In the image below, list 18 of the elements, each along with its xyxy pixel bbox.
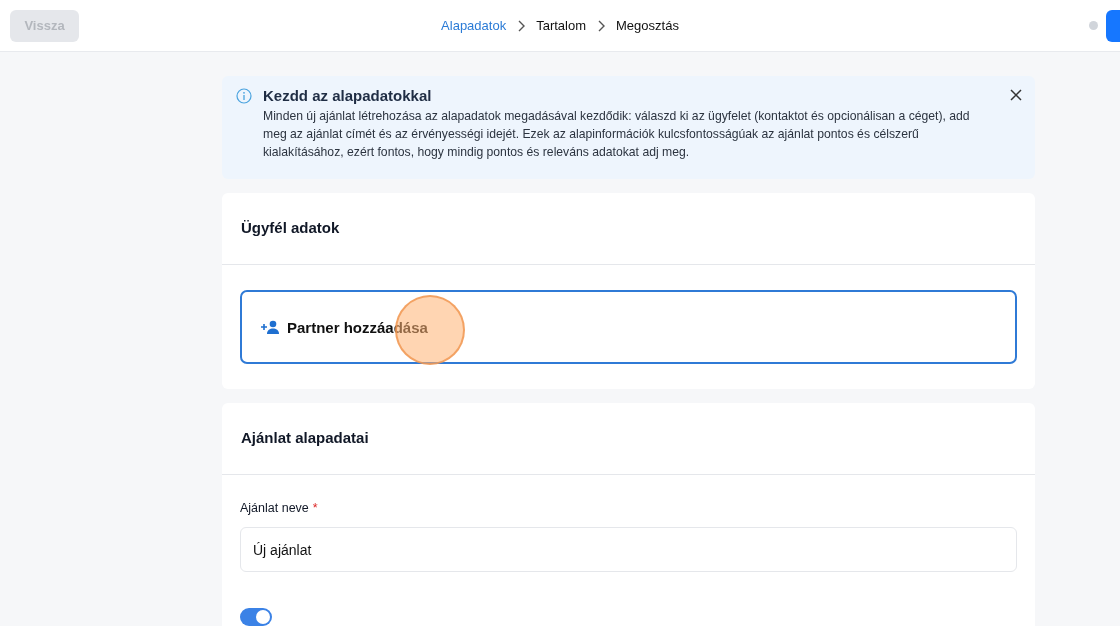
chevron-icon <box>596 19 606 32</box>
offer-name-field[interactable]: Új ajánlat <box>240 527 1017 572</box>
alert-text: Minden új ajánlat létrehozása az alapadatok megadásával kezdődik: válaszd ki az ügyfelet (kontaktot és opcionálisan a céget), add meg az ajánlat címét és az érvényességi idejét. Ezek az alapinformációk kulcsfontosságúak az ajánlat pontos és célszerű kialakításához, ezért fontos, hogy mindig pontos és releváns adatokat adj meg. <box>263 108 971 161</box>
chevron-icon <box>516 19 527 32</box>
status-dot <box>1089 21 1098 30</box>
primary-button[interactable] <box>1106 10 1120 42</box>
card-title: Ügyfél adatok <box>241 219 341 236</box>
add-person-icon <box>261 320 280 334</box>
alert-title: Kezdd az alapadatokkal <box>263 87 432 104</box>
field-label: Ajánlat neve <box>240 501 309 515</box>
info-icon <box>236 88 252 104</box>
required-mark: * <box>312 501 318 515</box>
breadcrumb-link[interactable]: Megosztás <box>616 18 679 33</box>
toggle-switch[interactable] <box>240 608 272 626</box>
close-button[interactable] <box>1009 88 1023 102</box>
breadcrumb-link[interactable]: Tartalom <box>536 18 586 33</box>
breadcrumb-link[interactable]: Alapadatok <box>441 18 507 33</box>
card-title: Ajánlat alapadatai <box>241 429 370 446</box>
